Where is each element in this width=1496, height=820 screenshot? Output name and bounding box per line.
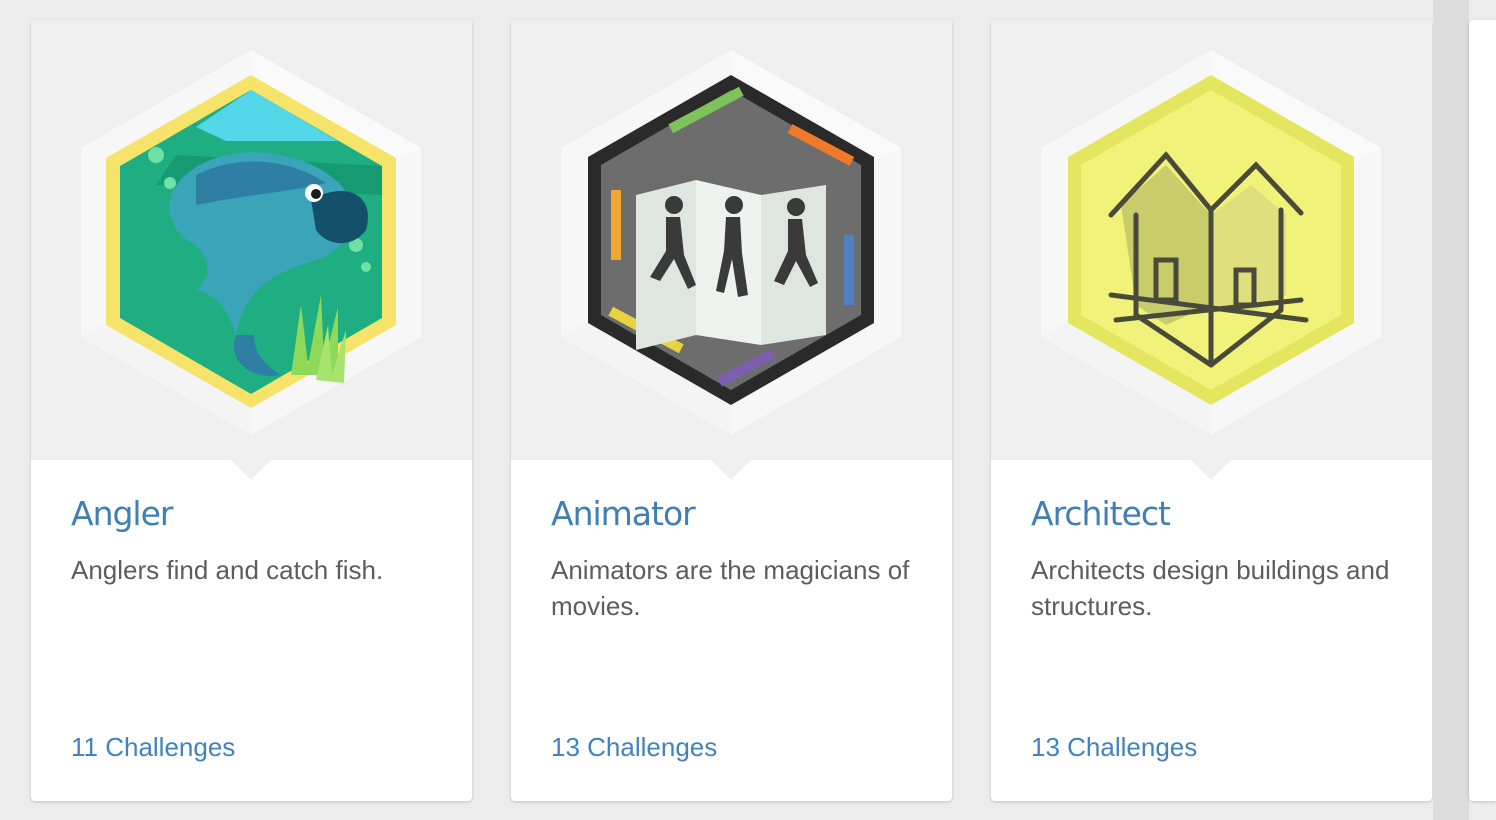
badge-card-angler[interactable]: Angler Anglers find and catch fish. 11 C… xyxy=(31,20,472,801)
badge-image-area xyxy=(511,20,952,460)
badge-image-area xyxy=(991,20,1432,460)
house-blueprint-icon xyxy=(1041,50,1381,435)
badge-pointer xyxy=(711,460,751,480)
badge-pointer xyxy=(1191,460,1231,480)
carousel-gutter xyxy=(1433,0,1469,820)
badge-image-area xyxy=(31,20,472,460)
badge-catalog: Angler Anglers find and catch fish. 11 C… xyxy=(0,0,1496,820)
badge-card-architect[interactable]: Architect Architects design buildings an… xyxy=(991,20,1432,801)
card-description: Architects design buildings and structur… xyxy=(1031,555,1390,621)
card-title[interactable]: Angler xyxy=(71,494,173,533)
animation-figures-icon xyxy=(561,50,901,435)
badge-card-animator[interactable]: Animator Animators are the magicians of … xyxy=(511,20,952,801)
challenges-link[interactable]: 13 Challenges xyxy=(551,732,717,763)
card-description: Animators are the magicians of movies. xyxy=(551,555,910,621)
challenges-link[interactable]: 11 Challenges xyxy=(71,732,235,763)
card-description: Anglers find and catch fish. xyxy=(71,555,384,585)
next-card-peek[interactable] xyxy=(1469,20,1496,801)
challenges-link[interactable]: 13 Challenges xyxy=(1031,732,1197,763)
badge-pointer xyxy=(231,460,271,480)
fish-icon xyxy=(81,50,421,435)
card-title[interactable]: Architect xyxy=(1031,494,1171,533)
card-title[interactable]: Animator xyxy=(551,494,696,533)
